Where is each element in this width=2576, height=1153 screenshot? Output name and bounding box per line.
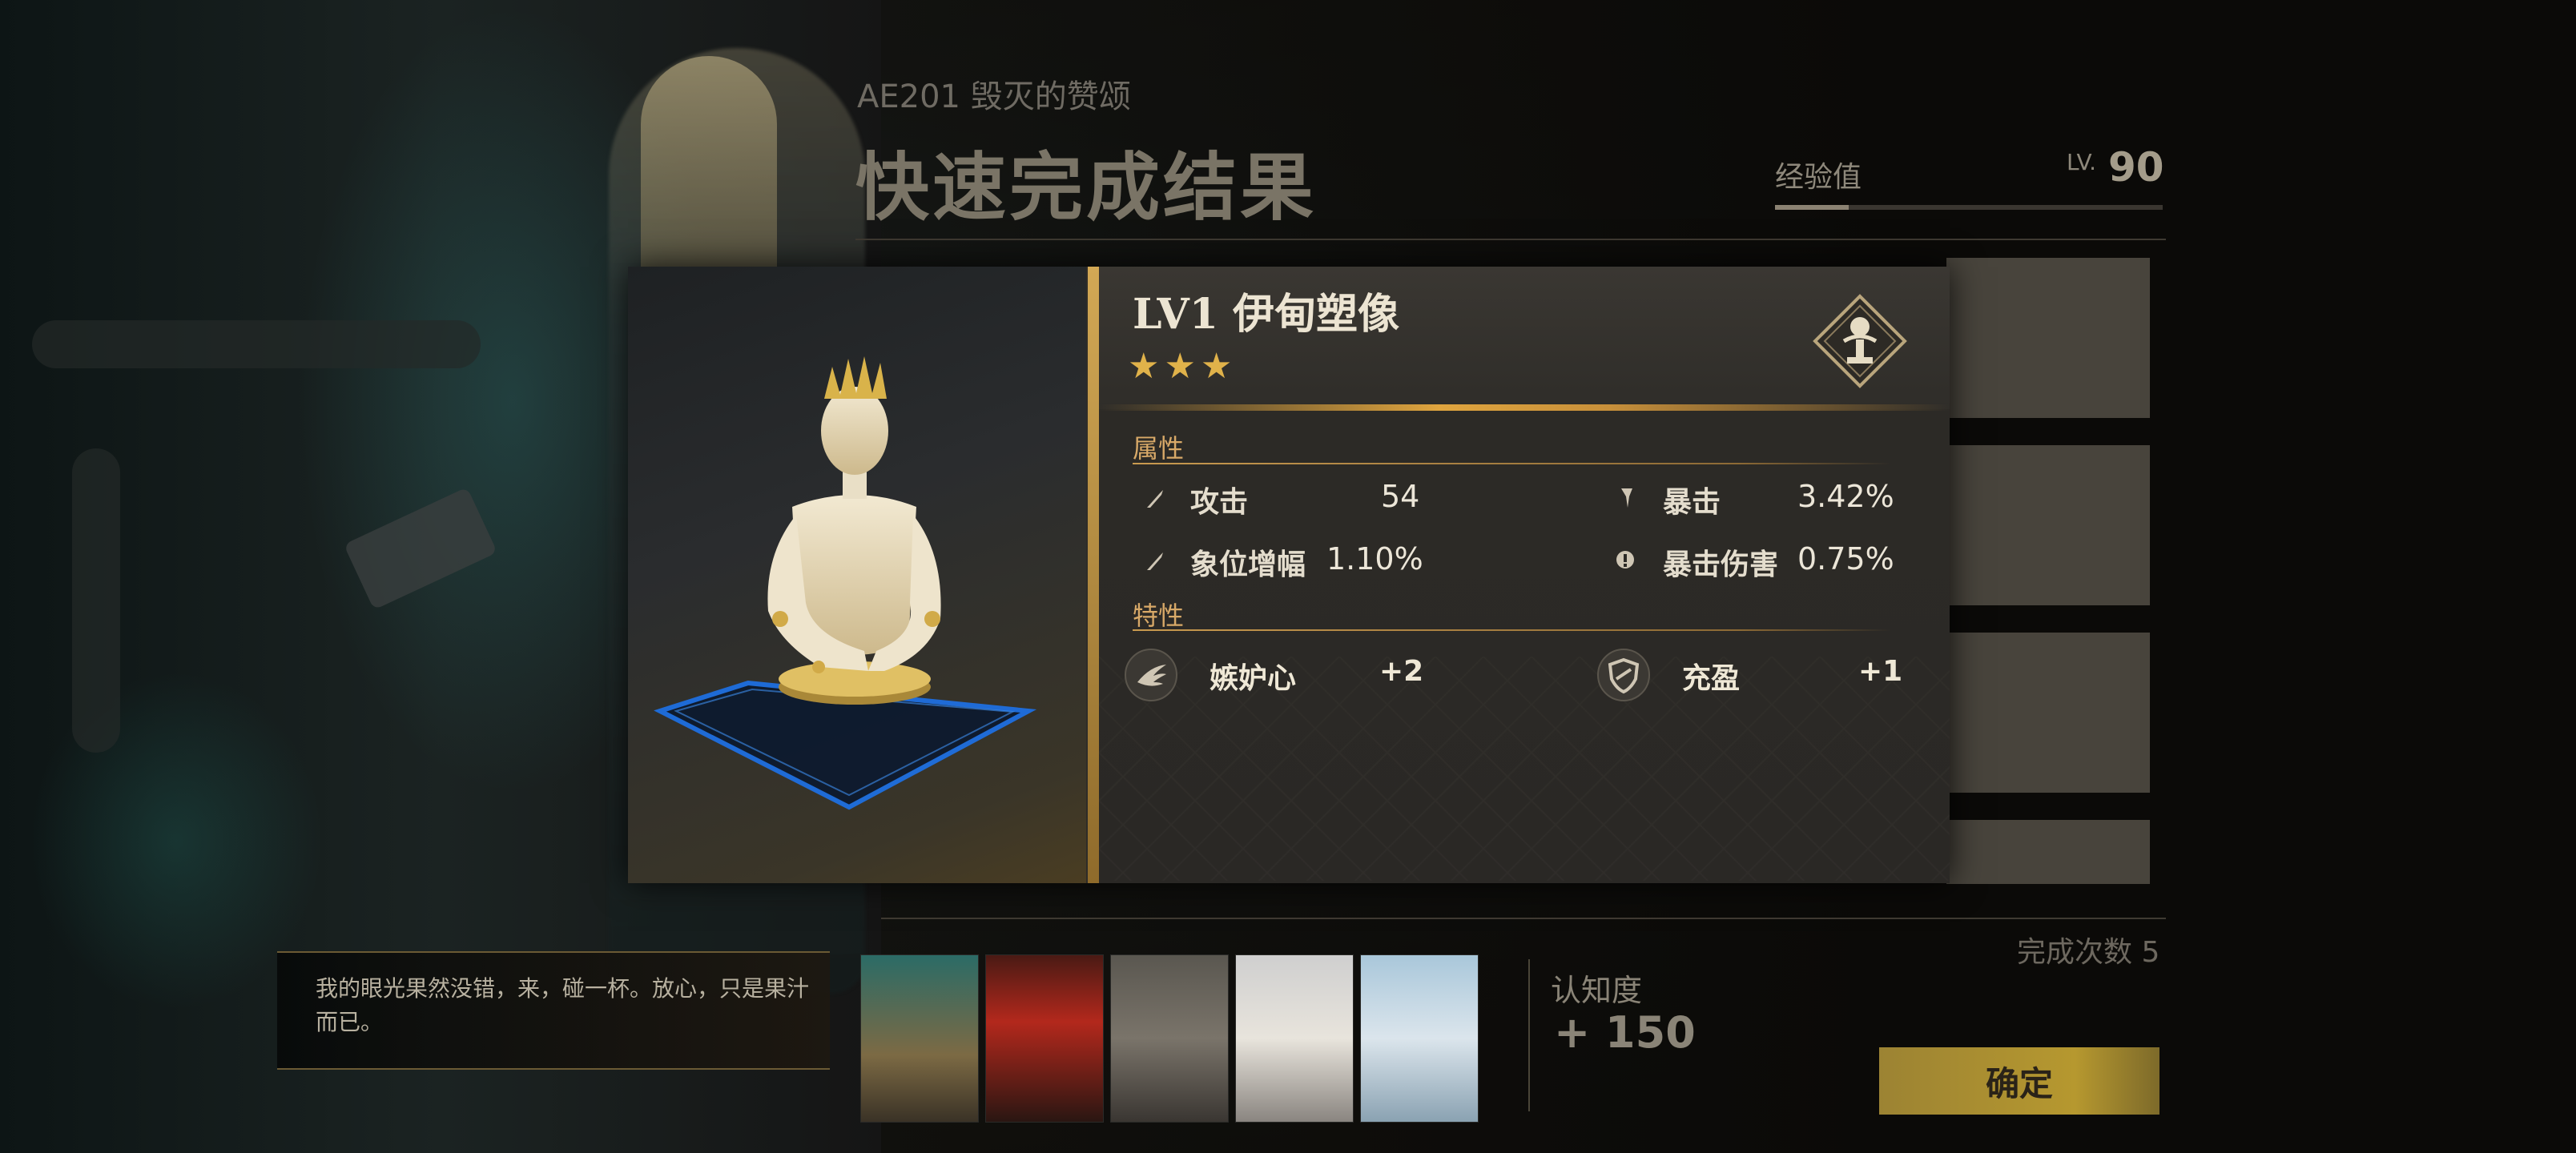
stat-name-crit-damage: 暴击伤害 [1663, 548, 1779, 581]
experience-level-prefix: LV. [2067, 149, 2096, 175]
completion-count: 完成次数 5 [2017, 936, 2160, 969]
reward-slot [1946, 820, 2150, 884]
sword-icon [1142, 487, 1166, 511]
confirm-button[interactable]: 确定 [1879, 1047, 2159, 1115]
section-underline [1133, 629, 1890, 631]
stat-value-element-boost: 1.10% [1326, 541, 1423, 576]
traits-heading: 特性 [1133, 601, 1185, 631]
character-portrait [860, 954, 979, 1123]
stat-value-crit: 3.42% [1797, 479, 1894, 514]
experience-level: 90 [2108, 144, 2164, 191]
stat-value-crit-damage: 0.75% [1797, 541, 1894, 576]
cognition-label: 认知度 [1551, 973, 1643, 1008]
stat-value-attack: 54 [1381, 479, 1420, 514]
background-pipe [72, 448, 120, 753]
reward-slot [1946, 445, 2150, 605]
reward-slot [1946, 633, 2150, 793]
crit-icon [1615, 485, 1639, 509]
character-portrait [1110, 954, 1229, 1123]
section-underline [1133, 463, 1890, 464]
character-portrait [985, 954, 1104, 1123]
experience-bar-fill [1775, 205, 1849, 210]
trait-name-abundance: 充盈 [1682, 662, 1741, 695]
background-pipe [32, 320, 481, 368]
divider [881, 918, 2166, 919]
rarity-stars: ★★★ [1128, 346, 1238, 387]
trait-name-envy: 嫉妒心 [1210, 662, 1297, 695]
stat-name-element-boost: 象位增幅 [1190, 548, 1306, 581]
item-type-icon [1812, 293, 1908, 389]
divider [855, 239, 2166, 240]
dialog-text: 我的眼光果然没错，来，碰一杯。放心，只是果汁而已。 [316, 975, 810, 1035]
experience-label: 经验值 [1775, 161, 1862, 194]
crit-damage-icon [1613, 548, 1637, 572]
header-glow-line [1099, 404, 1950, 411]
panel-divider-strip [1088, 267, 1099, 883]
divider [1528, 959, 1530, 1111]
attributes-heading: 属性 [1133, 433, 1185, 464]
stat-name-attack: 攻击 [1190, 486, 1249, 519]
stage-subtitle: AE201 毁灭的赞颂 [857, 78, 1131, 115]
character-portrait [1360, 954, 1479, 1123]
statue-illustration [654, 356, 1037, 810]
trait-value-abundance: +1 [1858, 655, 1903, 688]
wings-icon [1125, 649, 1177, 701]
stat-name-crit: 暴击 [1663, 486, 1721, 519]
sword-icon [1142, 549, 1166, 573]
cognition-value: + 150 [1554, 1007, 1696, 1058]
reward-slot [1946, 258, 2150, 418]
item-name: LV1 伊甸塑像 [1133, 290, 1400, 339]
shield-icon [1597, 649, 1650, 701]
page-title: 快速完成结果 [855, 145, 1318, 231]
character-portrait [1235, 954, 1354, 1123]
character-hair [641, 56, 777, 296]
trait-value-envy: +2 [1379, 655, 1424, 688]
item-image-panel [628, 267, 1086, 883]
